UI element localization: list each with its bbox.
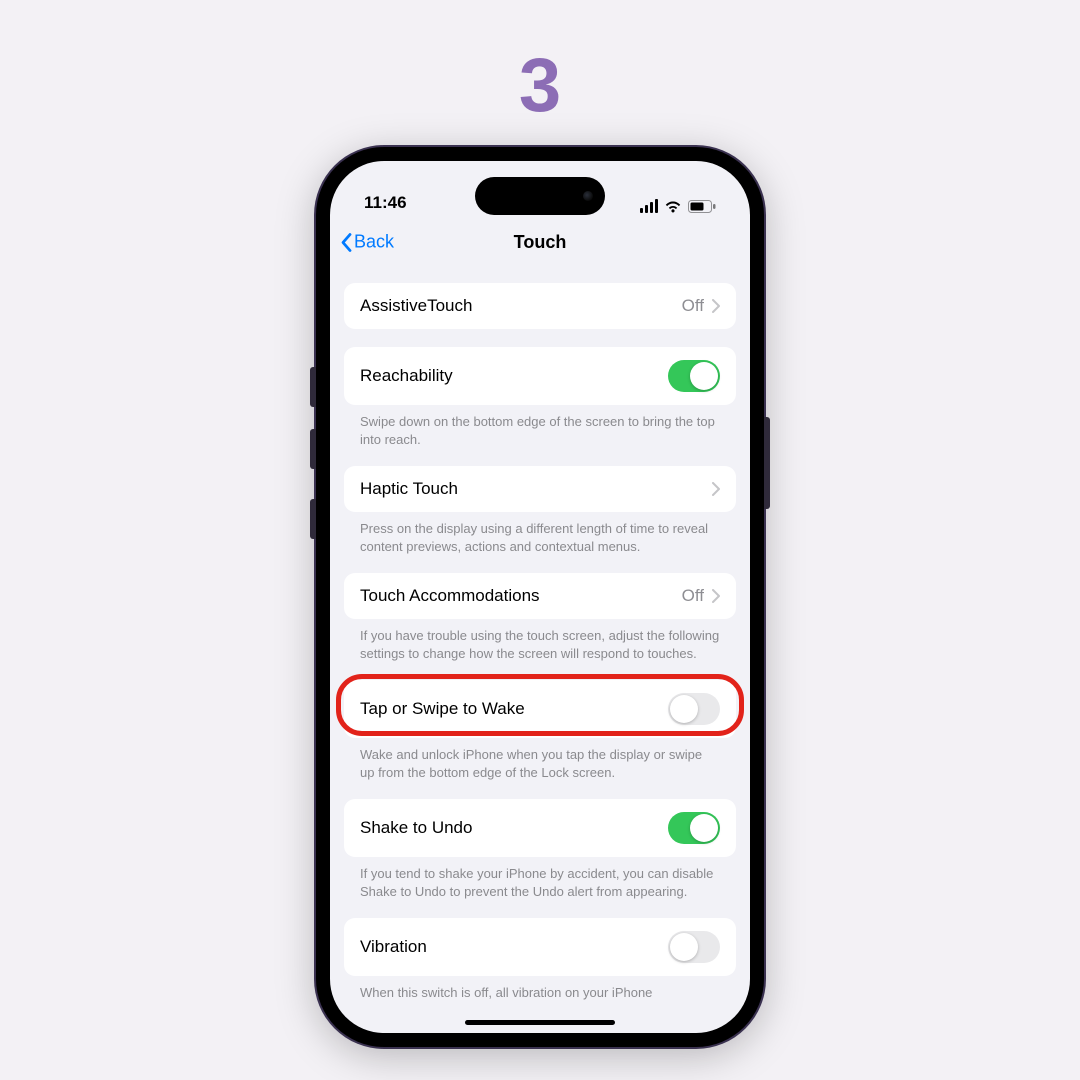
row-label: Touch Accommodations [360, 586, 540, 606]
group-vibration: Vibration When this switch is off, all v… [344, 918, 736, 1002]
toggle-tap-swipe-wake[interactable] [668, 693, 720, 725]
footer-tapwake: Wake and unlock iPhone when you tap the … [344, 738, 736, 781]
toggle-reachability[interactable] [668, 360, 720, 392]
screen: 11:46 Back [330, 161, 750, 1033]
row-assistivetouch[interactable]: AssistiveTouch Off [344, 283, 736, 329]
row-label: Tap or Swipe to Wake [360, 699, 525, 719]
back-button[interactable]: Back [340, 232, 394, 253]
row-label: AssistiveTouch [360, 296, 472, 316]
toggle-shake-undo[interactable] [668, 812, 720, 844]
row-shake-undo[interactable]: Shake to Undo [344, 799, 736, 857]
row-label: Reachability [360, 366, 453, 386]
row-touch-accommodations[interactable]: Touch Accommodations Off [344, 573, 736, 619]
group-accommodations: Touch Accommodations Off If you have tro… [344, 573, 736, 662]
page-title: Touch [514, 232, 567, 253]
status-right [640, 199, 716, 213]
cellular-icon [640, 199, 658, 213]
status-time: 11:46 [364, 193, 407, 213]
row-value: Off [682, 586, 704, 606]
row-label: Shake to Undo [360, 818, 472, 838]
group-reachability: Reachability Swipe down on the bottom ed… [344, 347, 736, 448]
chevron-right-icon [712, 589, 720, 603]
row-tap-swipe-wake[interactable]: Tap or Swipe to Wake [344, 680, 736, 738]
group-shake: Shake to Undo If you tend to shake your … [344, 799, 736, 900]
row-vibration[interactable]: Vibration [344, 918, 736, 976]
chevron-right-icon [712, 299, 720, 313]
footer-shake: If you tend to shake your iPhone by acci… [344, 857, 736, 900]
row-label: Vibration [360, 937, 427, 957]
toggle-vibration[interactable] [668, 931, 720, 963]
group-assistive: AssistiveTouch Off [344, 283, 736, 329]
row-value: Off [682, 296, 704, 316]
wifi-icon [664, 200, 682, 213]
dynamic-island [475, 177, 605, 215]
footer-accommodations: If you have trouble using the touch scre… [344, 619, 736, 662]
group-tapwake: Tap or Swipe to Wake Wake and unlock iPh… [344, 680, 736, 781]
settings-content: AssistiveTouch Off Reachability Swipe do… [330, 265, 750, 1002]
step-number: 3 [519, 42, 561, 129]
chevron-right-icon [712, 482, 720, 496]
row-haptic-touch[interactable]: Haptic Touch [344, 466, 736, 512]
home-indicator [465, 1020, 615, 1025]
group-haptic: Haptic Touch Press on the display using … [344, 466, 736, 555]
row-reachability[interactable]: Reachability [344, 347, 736, 405]
battery-icon [688, 200, 716, 213]
phone-frame: 11:46 Back [316, 147, 764, 1047]
row-label: Haptic Touch [360, 479, 458, 499]
back-label: Back [354, 232, 394, 253]
chevron-left-icon [340, 232, 352, 252]
nav-bar: Back Touch [330, 219, 750, 265]
footer-haptic: Press on the display using a different l… [344, 512, 736, 555]
footer-vibration: When this switch is off, all vibration o… [344, 976, 736, 1002]
footer-reachability: Swipe down on the bottom edge of the scr… [344, 405, 736, 448]
